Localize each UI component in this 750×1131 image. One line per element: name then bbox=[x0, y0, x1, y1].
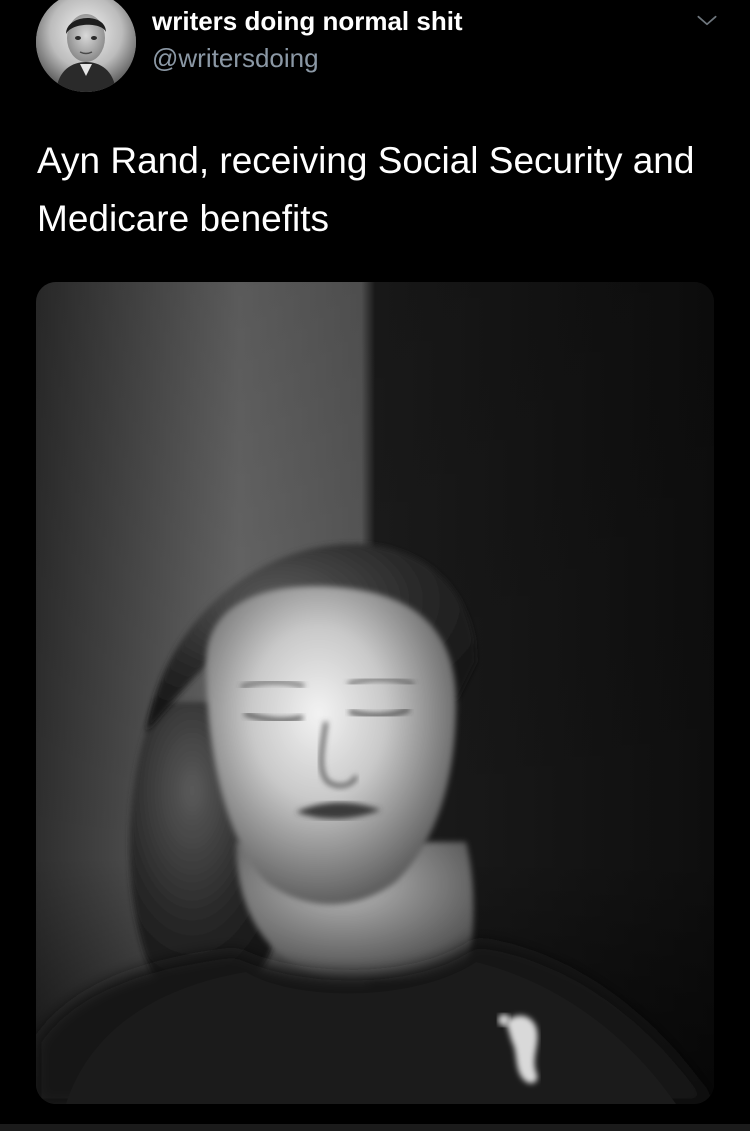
tweet-media-photo[interactable] bbox=[36, 282, 714, 1104]
tweet: writers doing normal shit @writersdoing … bbox=[0, 0, 750, 1131]
author-display-name[interactable]: writers doing normal shit bbox=[152, 4, 463, 38]
avatar-photo-icon bbox=[36, 0, 136, 92]
author-handle[interactable]: @writersdoing bbox=[152, 41, 319, 75]
tweet-text: Ayn Rand, receiving Social Security and … bbox=[37, 140, 695, 239]
tweet-menu-button[interactable] bbox=[694, 8, 720, 34]
author-avatar[interactable] bbox=[36, 0, 136, 92]
portrait-photo bbox=[36, 282, 714, 1104]
divider bbox=[0, 1124, 750, 1131]
chevron-down-icon bbox=[697, 15, 717, 26]
